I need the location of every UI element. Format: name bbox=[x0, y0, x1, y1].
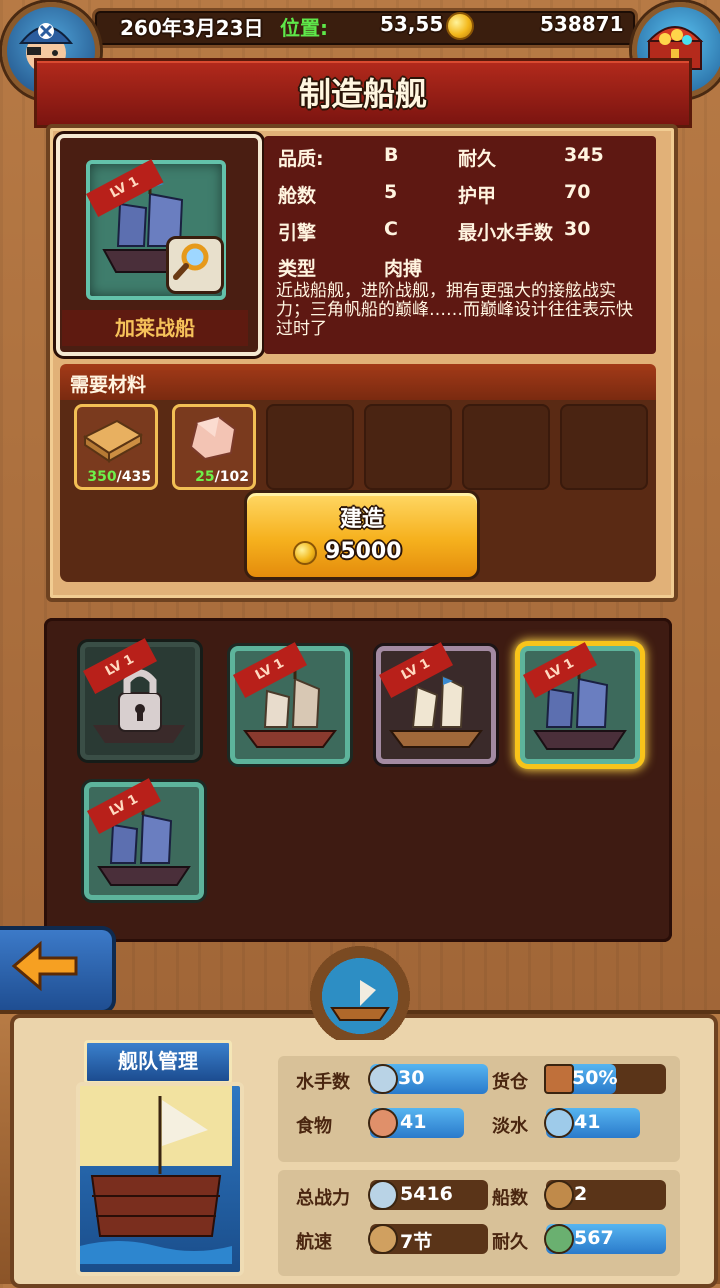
meat-icon bbox=[368, 1108, 398, 1138]
sail-icon bbox=[368, 1224, 398, 1254]
page-title: 制造船舰 bbox=[298, 75, 427, 113]
material-slot-empty bbox=[560, 404, 648, 490]
fleet-title: 舰队管理 bbox=[84, 1040, 232, 1084]
material-slot-wood[interactable]: 350/435 bbox=[74, 404, 158, 490]
location-label: 位置: bbox=[280, 16, 328, 40]
material-count-stone: 25/102 bbox=[195, 469, 249, 485]
build-cost: 95000 bbox=[325, 539, 402, 564]
fleet-ships-label: 船数 bbox=[492, 1188, 528, 1209]
game-date: 260年3月23日 bbox=[120, 16, 264, 40]
water-jug-icon bbox=[544, 1108, 574, 1138]
stat-type-value: 肉搏 bbox=[384, 258, 423, 280]
ship-description: 近战船舰，进阶战舰，拥有更强大的接舷战实力；三角帆船的巅峰……而巅峰设计往往表示… bbox=[276, 281, 633, 339]
back-button[interactable] bbox=[0, 926, 116, 1014]
ship-name: 加莱战船 bbox=[62, 310, 248, 346]
stone-icon bbox=[189, 415, 237, 461]
material-slot-empty bbox=[266, 404, 354, 490]
material-slot-stone[interactable]: 25/102 bbox=[172, 404, 256, 490]
fleet-power-value: 5416 bbox=[400, 1183, 453, 1205]
stat-cabins-value: 5 bbox=[384, 181, 398, 203]
arrow-left-icon bbox=[11, 940, 78, 992]
fleet-water-label: 淡水 bbox=[492, 1116, 528, 1137]
material-need-wood: /435 bbox=[116, 469, 151, 485]
ship-tile[interactable]: LV 1 bbox=[84, 778, 204, 900]
stat-min-sailors-label: 最小水手数 bbox=[458, 222, 554, 244]
fleet-cargo-label: 货仓 bbox=[492, 1072, 528, 1093]
rowboat-icon bbox=[330, 980, 390, 1021]
fleet-durability-value: 567 bbox=[574, 1227, 614, 1249]
stat-min-sailors-value: 30 bbox=[564, 218, 591, 240]
gold-coin-icon bbox=[293, 541, 317, 565]
fleet-power-label: 总战力 bbox=[296, 1188, 350, 1209]
fleet-food-value: 41 bbox=[400, 1111, 427, 1133]
materials-title: 需要材料 bbox=[70, 374, 147, 396]
gold-coin-icon bbox=[446, 12, 474, 40]
fleet-sailors-label: 水手数 bbox=[296, 1072, 350, 1093]
fleet-durability-label: 耐久 bbox=[492, 1232, 528, 1253]
ship-tile[interactable]: LV 1 bbox=[376, 642, 496, 764]
gold-amount: 538871 bbox=[540, 12, 624, 36]
build-label: 建造 bbox=[339, 507, 384, 532]
stat-armor-value: 70 bbox=[564, 181, 591, 203]
sailor-icon bbox=[368, 1064, 398, 1094]
material-slot-empty bbox=[462, 404, 550, 490]
stat-quality-label: 品质: bbox=[278, 148, 324, 170]
stat-armor-label: 护甲 bbox=[458, 185, 497, 207]
material-have-wood: 350 bbox=[87, 469, 117, 485]
fleet-sailors-value: 30 bbox=[398, 1067, 425, 1089]
fleet-ships-value: 2 bbox=[574, 1183, 588, 1205]
stat-quality-value: B bbox=[384, 144, 399, 166]
ship-cutaway-icon bbox=[80, 1086, 232, 1264]
ship-tile-selected[interactable]: LV 1 bbox=[520, 642, 640, 764]
title-banner: 制造船舰 bbox=[34, 58, 692, 128]
material-slot-empty bbox=[364, 404, 452, 490]
crossed-swords-icon bbox=[368, 1180, 398, 1210]
fleet-speed-label: 航速 bbox=[296, 1232, 332, 1253]
fleet-cargo-value: 50% bbox=[572, 1067, 618, 1089]
location-value: 53,55 bbox=[380, 12, 444, 36]
ship-tile[interactable]: LV 1 bbox=[230, 642, 350, 764]
harbor-button[interactable] bbox=[276, 930, 444, 1040]
anchor-icon bbox=[544, 1224, 574, 1254]
ship-tile-locked[interactable]: LV 1 bbox=[80, 638, 200, 760]
magnifier-icon bbox=[173, 243, 209, 280]
material-count-wood: 350/435 bbox=[87, 469, 151, 485]
fleet-food-label: 食物 bbox=[296, 1116, 332, 1137]
fleet-speed-value: 7节 bbox=[400, 1231, 433, 1253]
ship-count-icon bbox=[544, 1180, 574, 1210]
materials-header: 需要材料 bbox=[60, 364, 656, 400]
stat-cabins-label: 舱数 bbox=[278, 185, 317, 207]
wood-planks-icon bbox=[83, 419, 144, 463]
stat-durability-label: 耐久 bbox=[458, 148, 497, 170]
inspect-button[interactable] bbox=[166, 236, 224, 294]
build-button[interactable]: 建造 95000 bbox=[244, 490, 480, 580]
stat-engine-value: C bbox=[384, 218, 398, 240]
crate-icon bbox=[544, 1064, 574, 1094]
stat-engine-label: 引擎 bbox=[278, 222, 317, 244]
material-have-stone: 25 bbox=[195, 469, 215, 485]
fleet-water-value: 41 bbox=[574, 1111, 601, 1133]
fleet-ship-illustration bbox=[76, 1082, 244, 1276]
material-need-stone: /102 bbox=[214, 469, 249, 485]
stat-type-label: 类型 bbox=[278, 258, 317, 280]
stat-durability-value: 345 bbox=[564, 144, 604, 166]
